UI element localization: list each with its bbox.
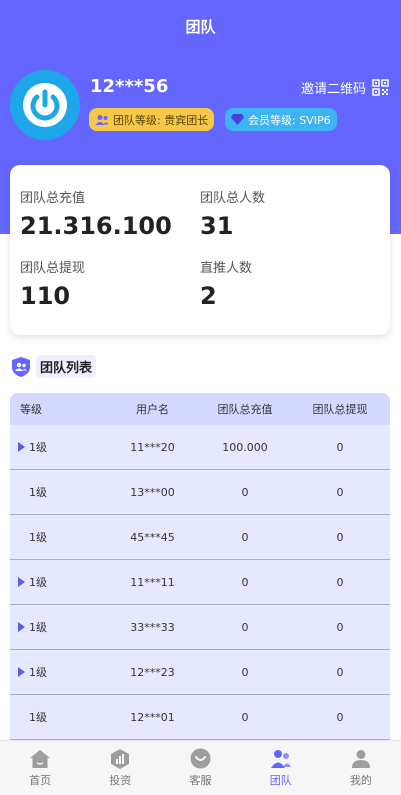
level-cell: 1级 — [10, 439, 105, 455]
tab-label: 团队 — [269, 773, 292, 787]
team-level-text: 团队等级: 贵宾团长 — [113, 113, 209, 127]
level-text: 1级 — [29, 486, 47, 499]
diamond-icon — [231, 114, 244, 125]
username: 12***56 — [90, 76, 169, 97]
team-list-heading: 团队列表 — [10, 355, 97, 378]
invite-label: 邀请二维码 — [300, 82, 366, 97]
invite-qr-button[interactable]: 邀请二维码 — [301, 78, 389, 97]
header-total-recharge: 团队总充值 — [217, 403, 273, 416]
recharge-cell: 100.000 — [222, 440, 268, 454]
header-total-withdraw: 团队总提现 — [312, 403, 368, 416]
expand-arrow-icon[interactable] — [18, 667, 25, 677]
table-row[interactable]: 1级 12***23 0 0 — [10, 650, 390, 695]
tab-home[interactable]: 首页 — [0, 741, 80, 795]
stat-label: 直推人数 — [200, 261, 253, 276]
recharge-cell: 0 — [241, 485, 249, 499]
table-header: 等级 用户名 团队总充值 团队总提现 — [10, 393, 390, 425]
home-icon — [30, 749, 51, 768]
stat-total-withdraw: 团队总提现 110 — [20, 257, 85, 310]
stat-value: 21.316.100 — [20, 212, 172, 240]
stat-value: 2 — [200, 282, 217, 310]
stat-total-recharge: 团队总充值 21.316.100 — [20, 187, 172, 240]
level-text: 1级 — [29, 576, 47, 589]
level-text: 1级 — [29, 711, 47, 724]
page-title: 团队 — [185, 17, 216, 36]
withdraw-cell: 0 — [336, 530, 344, 544]
tab-label: 首页 — [29, 773, 52, 787]
team-stats-card: 团队总充值 21.316.100 团队总人数 31 团队总提现 110 直推人数… — [10, 165, 390, 335]
table-row[interactable]: 1级 33***33 0 0 — [10, 605, 390, 650]
withdraw-cell: 0 — [336, 575, 344, 589]
username-cell: 11***20 — [130, 440, 175, 454]
level-cell: 1级 — [10, 619, 105, 635]
recharge-cell: 0 — [241, 710, 249, 724]
tab-invest[interactable]: 投资 — [80, 741, 160, 795]
table-row[interactable]: 1级 11***11 0 0 — [10, 560, 390, 605]
username-cell: 33***33 — [130, 620, 175, 634]
recharge-cell: 0 — [241, 530, 249, 544]
team-list-title: 团队列表 — [36, 355, 97, 378]
team-icon — [270, 749, 291, 768]
tab-label: 客服 — [189, 774, 212, 787]
level-text: 1级 — [29, 441, 47, 454]
team-level-badge: 团队等级: 贵宾团长 — [89, 108, 215, 131]
stat-total-members: 团队总人数 31 — [200, 187, 265, 240]
username-cell: 11***11 — [130, 575, 175, 589]
username-cell: 12***23 — [130, 665, 175, 679]
level-cell: 1级 — [10, 484, 105, 500]
expand-arrow-icon[interactable] — [18, 577, 25, 587]
username-cell: 12***01 — [130, 710, 175, 724]
team-list-table: 等级 用户名 团队总充值 团队总提现 1级 11***20 100.000 0 … — [10, 393, 390, 743]
table-row[interactable]: 1级 13***00 0 0 — [10, 470, 390, 515]
expand-arrow-icon[interactable] — [18, 442, 25, 452]
power-icon — [23, 83, 67, 127]
expand-arrow-icon[interactable] — [18, 622, 25, 632]
invest-icon — [111, 748, 130, 769]
level-text: 1级 — [29, 621, 47, 634]
tab-support[interactable]: 客服 — [160, 741, 240, 795]
level-cell: 1级 — [10, 574, 105, 590]
bottom-tab-bar: 首页 投资 客服 团队 我的 — [0, 740, 401, 795]
team-icon — [95, 114, 109, 125]
header-level: 等级 — [20, 403, 42, 416]
level-text: 1级 — [29, 531, 47, 544]
table-row[interactable]: 1级 11***20 100.000 0 — [10, 425, 390, 470]
level-cell: 1级 — [10, 664, 105, 680]
stat-value: 31 — [200, 212, 234, 240]
recharge-cell: 0 — [241, 665, 249, 679]
tab-mine[interactable]: 我的 — [321, 741, 401, 795]
username-cell: 13***00 — [130, 485, 175, 499]
team-shield-icon — [12, 356, 30, 377]
support-icon — [190, 748, 211, 769]
header-username: 用户名 — [136, 403, 169, 416]
tab-label: 我的 — [349, 773, 372, 787]
member-level-text: 会员等级: SVIP6 — [248, 113, 331, 127]
stat-label: 团队总提现 — [20, 261, 86, 276]
withdraw-cell: 0 — [336, 665, 344, 679]
stat-label: 团队总充值 — [20, 191, 86, 206]
withdraw-cell: 0 — [336, 620, 344, 634]
stat-direct-referrals: 直推人数 2 — [200, 257, 252, 310]
stat-label: 团队总人数 — [200, 191, 266, 206]
avatar[interactable] — [10, 70, 80, 140]
user-icon — [351, 749, 370, 768]
qr-code-icon — [372, 79, 389, 96]
table-row[interactable]: 1级 45***45 0 0 — [10, 515, 390, 560]
member-level-badge: 会员等级: SVIP6 — [225, 108, 337, 131]
table-row[interactable]: 1级 12***01 0 0 — [10, 695, 390, 740]
tab-team[interactable]: 团队 — [241, 741, 321, 795]
withdraw-cell: 0 — [336, 440, 344, 454]
username-cell: 45***45 — [130, 530, 175, 544]
recharge-cell: 0 — [241, 620, 249, 634]
stat-value: 110 — [20, 282, 71, 310]
withdraw-cell: 0 — [336, 710, 344, 724]
withdraw-cell: 0 — [336, 485, 344, 499]
level-cell: 1级 — [10, 529, 105, 545]
tab-label: 投资 — [109, 773, 132, 787]
level-cell: 1级 — [10, 709, 105, 725]
level-text: 1级 — [29, 666, 47, 679]
recharge-cell: 0 — [241, 575, 249, 589]
